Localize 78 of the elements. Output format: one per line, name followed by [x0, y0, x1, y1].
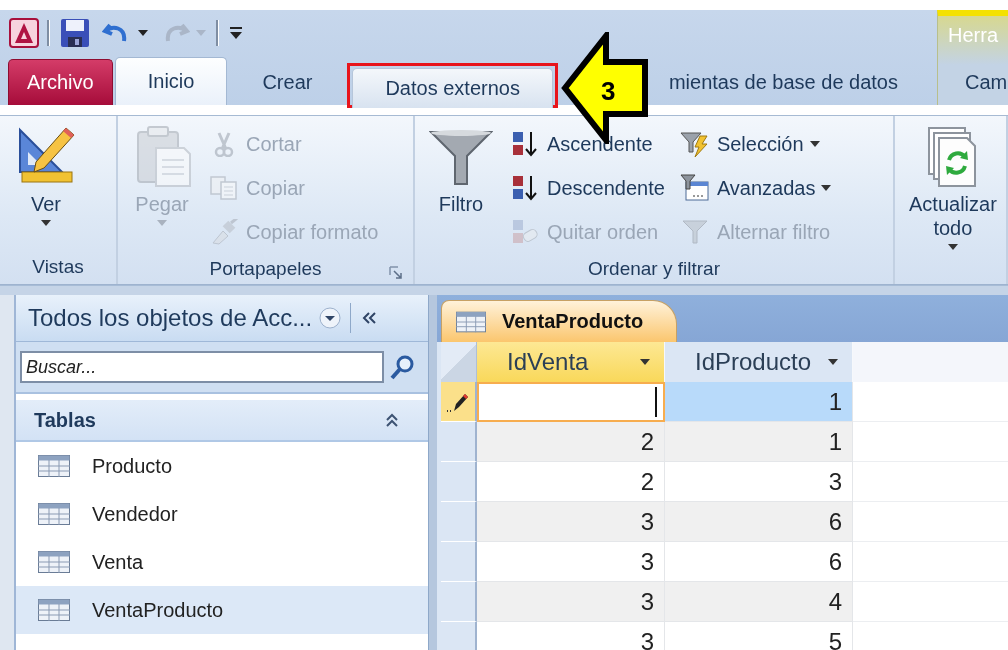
caret-icon — [821, 185, 832, 191]
funnel-window-icon — [679, 174, 710, 202]
file-tab[interactable]: Archivo — [8, 59, 113, 105]
nav-item[interactable]: VentaProducto — [16, 586, 428, 634]
caret-icon — [157, 220, 167, 226]
ribbon-button[interactable]: Actualizar todo — [903, 122, 1003, 252]
item-label: Venta — [92, 550, 144, 574]
app-icon[interactable] — [9, 17, 39, 48]
callout-number: 3 — [601, 76, 616, 107]
dropdown-icon[interactable] — [318, 306, 343, 330]
table-icon — [38, 503, 70, 525]
dialog-launcher-icon[interactable] — [389, 266, 403, 280]
document-tab[interactable]: VentaProducto — [441, 300, 677, 342]
floppy-icon — [60, 17, 90, 48]
double-chevron-left-icon — [361, 310, 378, 326]
group-label: Ordenar y filtrar — [588, 258, 720, 280]
table-icon — [456, 310, 486, 333]
table-cell[interactable]: 2 — [477, 422, 665, 462]
table-cell[interactable]: 2 — [477, 462, 665, 502]
ribbon-tab[interactable]: Inicio — [114, 57, 228, 105]
sort-descending-icon — [511, 174, 539, 202]
ribbon-button[interactable]: Filtro — [423, 122, 499, 254]
ribbon-tab[interactable]: Datos externos — [352, 68, 553, 108]
ribbon-button[interactable]: Ver — [8, 122, 84, 250]
caret-icon — [809, 141, 820, 147]
dropdown-caret-icon — [828, 359, 838, 365]
table-cell[interactable]: 6 — [665, 542, 853, 582]
caret-icon — [196, 29, 206, 36]
nav-item[interactable]: Venta — [16, 538, 428, 586]
search-icon[interactable] — [388, 353, 416, 381]
caret-icon — [138, 29, 148, 36]
collapse-pane-button[interactable] — [361, 310, 378, 326]
pane-title[interactable]: Todos los objetos de Acc... — [28, 304, 313, 332]
ribbon-button[interactable]: Selección — [674, 122, 836, 166]
table-cell[interactable]: 4 — [665, 582, 853, 622]
funnel-icon — [680, 218, 709, 246]
table-cell[interactable]: 3 — [665, 462, 853, 502]
ribbon-tab[interactable]: Cam — [938, 59, 1008, 105]
column-header[interactable]: IdProducto — [665, 342, 853, 382]
table-icon — [38, 551, 70, 573]
dropdown-caret-icon — [640, 359, 650, 365]
contextual-group-label: Herra — [947, 23, 999, 48]
row-selector[interactable] — [441, 382, 477, 422]
table-cell[interactable]: 6 — [665, 502, 853, 542]
table-cell[interactable]: 3 — [477, 582, 665, 622]
table-icon — [38, 599, 70, 621]
caret-icon — [41, 220, 51, 226]
funnel-lightning-icon — [679, 130, 710, 158]
item-label: Vendedor — [92, 502, 178, 526]
table-cell[interactable]: 3 — [477, 542, 665, 582]
ribbon-button[interactable]: Ascendente — [505, 122, 669, 166]
nav-item[interactable]: Vendedor — [16, 490, 428, 538]
column-header[interactable]: IdVenta — [477, 342, 665, 382]
group-title: Tablas — [34, 408, 96, 432]
customize-icon — [229, 25, 243, 40]
item-label: VentaProducto — [92, 598, 224, 622]
nav-item[interactable]: Producto — [16, 442, 428, 490]
copy-icon — [209, 175, 239, 201]
ribbon-button[interactable]: Avanzadas — [674, 166, 836, 210]
group-header[interactable]: Tablas — [16, 400, 428, 442]
ribbon-tab[interactable]: mientas de base de datos — [663, 59, 913, 105]
search-field[interactable]: Buscar... — [20, 351, 384, 383]
collapse-icon — [384, 412, 400, 428]
group-label: Vistas — [32, 256, 84, 278]
group-label: Portapapeles — [209, 258, 322, 280]
table-cell[interactable]: 1 — [665, 422, 853, 462]
ribbon-tab[interactable]: Crear — [229, 59, 346, 105]
table-cell[interactable] — [477, 382, 665, 422]
caret-icon — [947, 244, 958, 250]
table-cell[interactable]: 3 — [477, 502, 665, 542]
sort-ascending-icon — [511, 130, 539, 158]
tab-label: VentaProducto — [502, 310, 644, 333]
text-cursor — [655, 387, 657, 417]
table-icon — [38, 455, 70, 477]
ribbon-button[interactable]: Descendente — [505, 166, 669, 210]
table-cell[interactable]: 1 — [665, 382, 853, 422]
clear-sort-icon — [511, 218, 539, 246]
item-label: Producto — [92, 454, 173, 478]
